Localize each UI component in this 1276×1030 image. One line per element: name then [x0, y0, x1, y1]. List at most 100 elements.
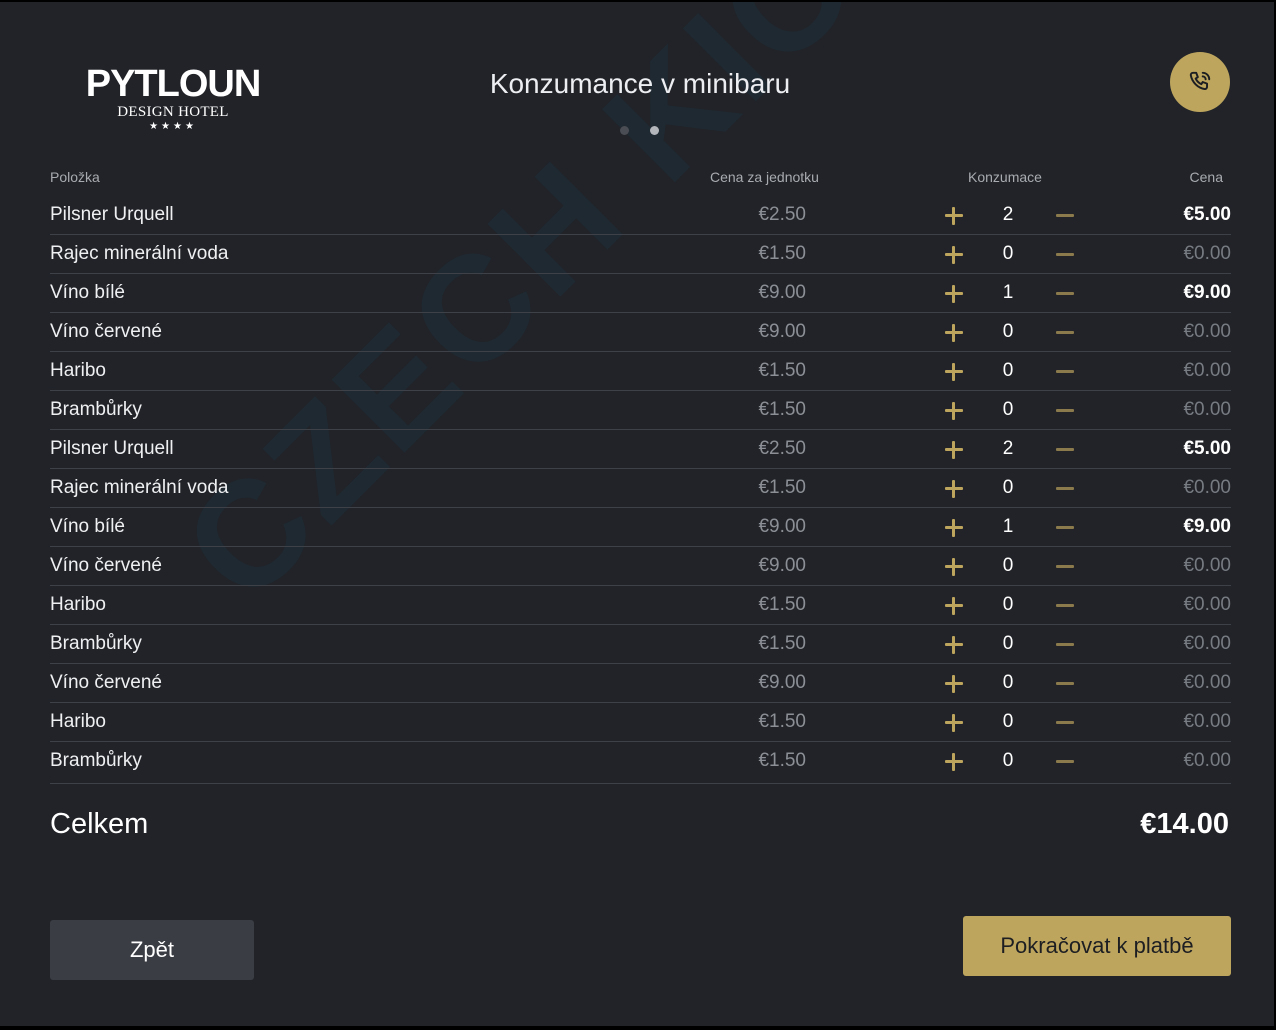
- plus-icon[interactable]: [943, 673, 965, 695]
- row-price: €0.00: [1183, 360, 1231, 381]
- item-name: Haribo: [50, 594, 106, 615]
- minus-icon[interactable]: [1054, 478, 1076, 500]
- minus-icon[interactable]: [1054, 595, 1076, 617]
- logo-subtitle: DESIGN HOTEL: [117, 104, 229, 120]
- minus-icon[interactable]: [1054, 283, 1076, 305]
- row-price: €9.00: [1183, 282, 1231, 303]
- quantity-value: 0: [1002, 360, 1014, 381]
- minibar-screen: CZECH KIOSK PYTLOUN DESIGN HOTEL ★★★★ Ko…: [0, 2, 1276, 1026]
- hotel-logo: PYTLOUN DESIGN HOTEL ★★★★: [84, 64, 262, 133]
- unit-price: €1.50: [758, 477, 806, 498]
- minus-icon[interactable]: [1054, 400, 1076, 422]
- quantity-value: 0: [1002, 321, 1014, 342]
- column-header-consumption: Konzumace: [968, 169, 1042, 185]
- quantity-value: 0: [1002, 477, 1014, 498]
- quantity-value: 1: [1002, 282, 1014, 303]
- back-button[interactable]: Zpět: [50, 920, 254, 980]
- minus-icon[interactable]: [1054, 322, 1076, 344]
- minus-icon[interactable]: [1054, 751, 1076, 773]
- logo-name: PYTLOUN: [85, 63, 262, 105]
- row-price: €0.00: [1183, 594, 1231, 615]
- quantity-value: 0: [1002, 243, 1014, 264]
- row-price: €0.00: [1183, 711, 1231, 732]
- unit-price: €9.00: [758, 555, 806, 576]
- row-price: €0.00: [1183, 555, 1231, 576]
- minus-icon[interactable]: [1054, 673, 1076, 695]
- plus-icon[interactable]: [943, 517, 965, 539]
- minus-icon[interactable]: [1054, 634, 1076, 656]
- unit-price: €1.50: [758, 594, 806, 615]
- row-price: €0.00: [1183, 399, 1231, 420]
- item-name: Víno červené: [50, 321, 162, 342]
- quantity-value: 0: [1002, 633, 1014, 654]
- table-row: Haribo €1.50 0 €0.00: [50, 703, 1231, 742]
- plus-icon[interactable]: [943, 439, 965, 461]
- quantity-value: 0: [1002, 594, 1014, 615]
- plus-icon[interactable]: [943, 205, 965, 227]
- continue-to-payment-button[interactable]: Pokračovat k platbě: [963, 916, 1231, 976]
- plus-icon[interactable]: [943, 283, 965, 305]
- item-name: Pilsner Urquell: [50, 438, 174, 459]
- page-dot-2[interactable]: [650, 126, 659, 135]
- plus-icon[interactable]: [943, 361, 965, 383]
- call-reception-button[interactable]: [1170, 52, 1230, 112]
- unit-price: €1.50: [758, 360, 806, 381]
- page-title: Konzumance v minibaru: [489, 68, 791, 99]
- table-row: Rajec minerální voda €1.50 0 €0.00: [50, 469, 1231, 508]
- plus-icon[interactable]: [943, 595, 965, 617]
- plus-icon[interactable]: [943, 322, 965, 344]
- unit-price: €2.50: [758, 438, 806, 459]
- minus-icon[interactable]: [1054, 712, 1076, 734]
- item-name: Brambůrky: [50, 399, 142, 420]
- minus-icon[interactable]: [1054, 244, 1076, 266]
- minus-icon[interactable]: [1054, 556, 1076, 578]
- row-price: €0.00: [1183, 321, 1231, 342]
- row-price: €0.00: [1183, 477, 1231, 498]
- quantity-value: 0: [1002, 555, 1014, 576]
- row-price: €5.00: [1183, 204, 1231, 225]
- plus-icon[interactable]: [943, 478, 965, 500]
- table-row: Víno bílé €9.00 1 €9.00: [50, 508, 1231, 547]
- unit-price: €1.50: [758, 243, 806, 264]
- total-label: Celkem: [50, 808, 149, 840]
- item-name: Brambůrky: [50, 633, 142, 654]
- unit-price: €2.50: [758, 204, 806, 225]
- unit-price: €1.50: [758, 711, 806, 732]
- table-row: Haribo €1.50 0 €0.00: [50, 352, 1231, 391]
- table-row: Víno červené €9.00 0 €0.00: [50, 664, 1231, 703]
- plus-icon[interactable]: [943, 244, 965, 266]
- row-price: €5.00: [1183, 438, 1231, 459]
- quantity-value: 1: [1002, 516, 1014, 537]
- row-price: €0.00: [1183, 633, 1231, 654]
- minus-icon[interactable]: [1054, 205, 1076, 227]
- table-row: Brambůrky €1.50 0 €0.00: [50, 742, 1231, 780]
- column-header-price: Cena: [1189, 169, 1223, 185]
- row-price: €0.00: [1183, 672, 1231, 693]
- minus-icon[interactable]: [1054, 439, 1076, 461]
- item-name: Rajec minerální voda: [50, 243, 229, 264]
- item-name: Víno červené: [50, 672, 162, 693]
- quantity-value: 2: [1002, 438, 1014, 459]
- table-row: Víno bílé €9.00 1 €9.00: [50, 274, 1231, 313]
- plus-icon[interactable]: [943, 400, 965, 422]
- row-price: €9.00: [1183, 516, 1231, 537]
- plus-icon[interactable]: [943, 712, 965, 734]
- minus-icon[interactable]: [1054, 361, 1076, 383]
- quantity-value: 0: [1002, 672, 1014, 693]
- item-name: Víno červené: [50, 555, 162, 576]
- page-dot-1[interactable]: [620, 126, 629, 135]
- item-name: Haribo: [50, 360, 106, 381]
- column-header-item: Položka: [50, 169, 100, 185]
- quantity-value: 0: [1002, 399, 1014, 420]
- unit-price: €9.00: [758, 282, 806, 303]
- quantity-value: 0: [1002, 711, 1014, 732]
- table-row: Haribo €1.50 0 €0.00: [50, 586, 1231, 625]
- minus-icon[interactable]: [1054, 517, 1076, 539]
- item-name: Pilsner Urquell: [50, 204, 174, 225]
- table-row: Pilsner Urquell €2.50 2 €5.00: [50, 196, 1231, 235]
- unit-price: €1.50: [758, 750, 806, 771]
- plus-icon[interactable]: [943, 751, 965, 773]
- plus-icon[interactable]: [943, 634, 965, 656]
- plus-icon[interactable]: [943, 556, 965, 578]
- unit-price: €9.00: [758, 516, 806, 537]
